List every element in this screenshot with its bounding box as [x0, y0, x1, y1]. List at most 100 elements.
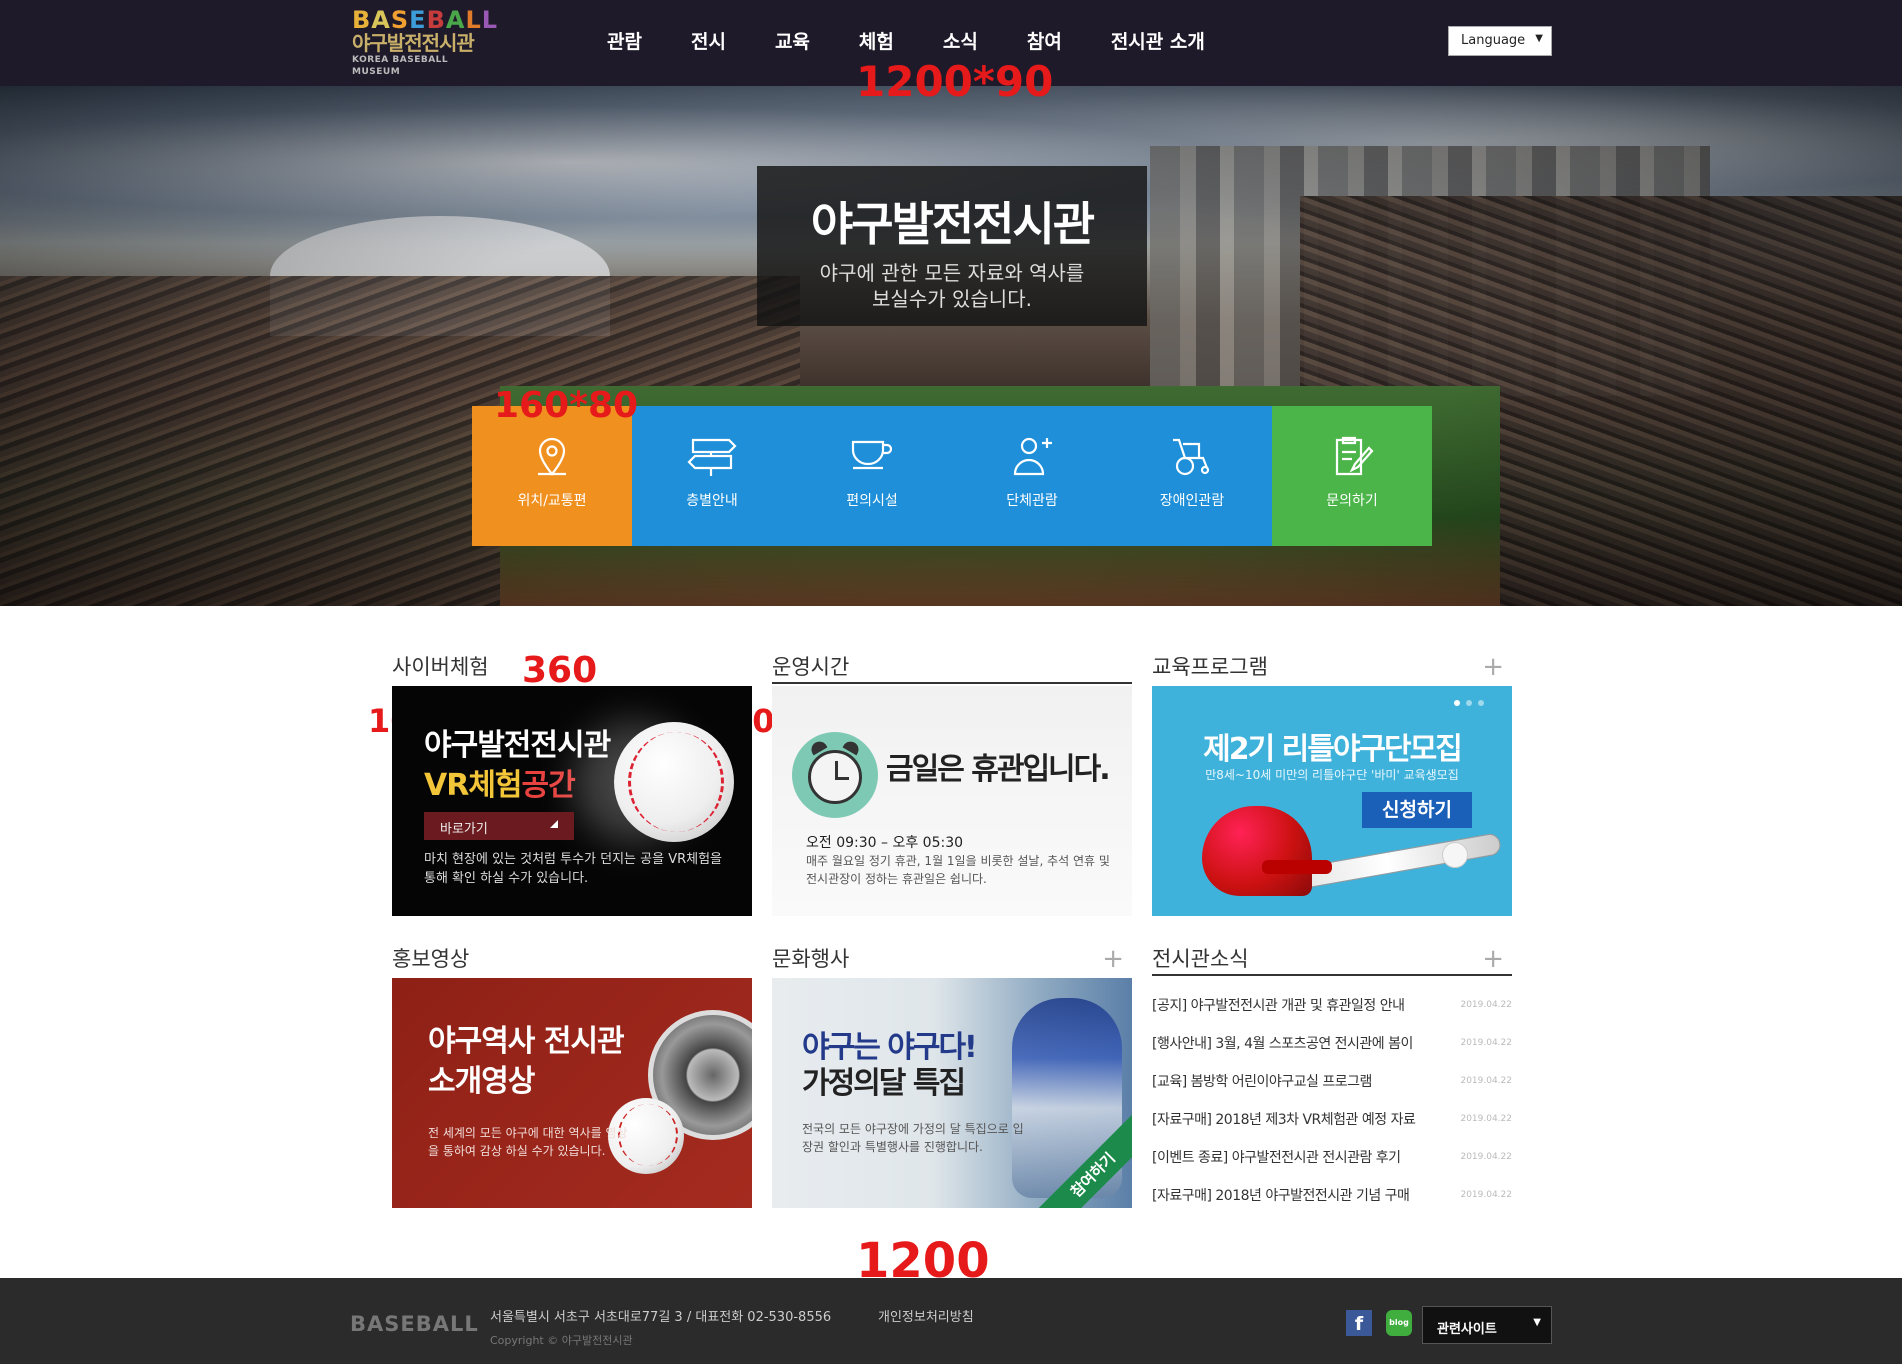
education-card: 교육프로그램 + 제2기 리틀야구단모집 만8세~10세 미만의 리틀야구단 '…	[1152, 650, 1512, 916]
hours-card: 운영시간 금일은 휴관입니다. 오전 09:30 – 오후 05:30 매주 월…	[772, 650, 1132, 916]
card-title: 운영시간	[772, 655, 850, 679]
card-header: 교육프로그램 +	[1152, 650, 1512, 684]
vr-headline-2b: 공간	[521, 768, 576, 803]
news-item[interactable]: [자료구매] 2018년 야구발전전시관 기념 구매 2019.04.22	[1152, 1176, 1512, 1214]
hero-subtitle-line1: 야구에 관한 모든 자료와 역사를	[819, 261, 1085, 285]
news-item[interactable]: [자료구매] 2018년 제3차 VR체험관 예정 자료 2019.04.22	[1152, 1100, 1512, 1138]
baseball-image	[614, 722, 734, 842]
quick-inquiry[interactable]: 문의하기	[1272, 406, 1432, 546]
quick-facilities[interactable]: 편의시설	[792, 406, 952, 546]
quick-location[interactable]: 위치/교통편	[472, 406, 632, 546]
news-item[interactable]: [교육] 봄방학 어린이야구교실 프로그램 2019.04.22	[1152, 1062, 1512, 1100]
hero-banner: 야구발전전시관 야구에 관한 모든 자료와 역사를 보실수가 있습니다. 위치/…	[0, 86, 1902, 606]
related-sites-label: 관련사이트	[1437, 1322, 1497, 1337]
quick-floor-guide[interactable]: 층별안내	[632, 406, 792, 546]
education-headline: 제2기 리틀야구단모집	[1203, 732, 1463, 767]
cyber-experience-card: 사이버체험 야구발전전시관 VR체험공간 바로가기 마치 현장에 있는 것처럼 …	[392, 650, 752, 916]
news-title: [자료구매] 2018년 야구발전전시관 기념 구매	[1152, 1188, 1410, 1204]
news-item[interactable]: [공지] 야구발전전시관 개관 및 휴관일정 안내 2019.04.22	[1152, 986, 1512, 1024]
opening-hours: 오전 09:30 – 오후 05:30	[806, 835, 964, 851]
slider-dot[interactable]	[1478, 700, 1484, 706]
language-select[interactable]: Language ▼	[1448, 26, 1552, 56]
quick-group-visit-label: 단체관람	[1006, 493, 1058, 509]
news-item[interactable]: [행사안내] 3월, 4월 스포츠공연 전시관에 봄이 2019.04.22	[1152, 1024, 1512, 1062]
hours-banner: 금일은 휴관입니다. 오전 09:30 – 오후 05:30 매주 월요일 정기…	[772, 686, 1132, 916]
logo-letter: S	[390, 6, 410, 34]
quick-facilities-label: 편의시설	[846, 493, 898, 509]
promo-headline-2: 소개영상	[428, 1064, 535, 1099]
related-sites-select[interactable]: 관련사이트 ▼	[1422, 1306, 1552, 1344]
event-banner[interactable]: 야구는 야구다! 가정의달 특집 전국의 모든 야구장에 가정의 달 특집으로 …	[772, 978, 1132, 1208]
more-plus-icon[interactable]: +	[1482, 942, 1504, 976]
logo-letter: E	[409, 6, 427, 34]
promo-headline-1: 야구역사 전시관	[428, 1024, 625, 1059]
slider-dot[interactable]	[1466, 700, 1472, 706]
card-title: 교육프로그램	[1152, 655, 1268, 679]
promo-video-banner[interactable]: 야구역사 전시관 소개영상 전 세계의 모든 야구에 대한 역사를 영상을 통하…	[392, 978, 752, 1208]
education-banner[interactable]: 제2기 리틀야구단모집 만8세~10세 미만의 리틀야구단 '바미' 교육생모집…	[1152, 686, 1512, 916]
logo-letter: A	[371, 6, 391, 34]
wheelchair-icon	[1173, 438, 1210, 476]
nav-item-experience[interactable]: 체험	[859, 28, 894, 58]
hero-title: 야구발전전시관	[810, 197, 1095, 251]
annotation-content-width: 1200	[856, 1233, 990, 1289]
nav-item-exhibit[interactable]: 전시	[691, 28, 726, 58]
card-header: 홍보영상	[392, 942, 752, 976]
apply-button[interactable]: 신청하기	[1362, 792, 1472, 828]
culture-event-card: 문화행사 + 야구는 야구다! 가정의달 특집 전국의 모든 야구장에 가정의 …	[772, 942, 1132, 1208]
privacy-policy-link[interactable]: 개인정보처리방침	[878, 1306, 974, 1325]
card-header: 문화행사 +	[772, 942, 1132, 976]
arrow-icon	[550, 820, 558, 828]
card-title: 사이버체험	[392, 655, 489, 679]
quick-accessible-visit[interactable]: 장애인관람	[1112, 406, 1272, 546]
clock-face	[808, 750, 862, 804]
quick-location-label: 위치/교통편	[517, 493, 587, 509]
quick-floor-guide-label: 층별안내	[686, 493, 738, 509]
annotation-header-size: 1200*90	[856, 57, 1054, 106]
news-item[interactable]: [이벤트 종료] 야구발전전시관 전시관람 후기 2019.04.22	[1152, 1138, 1512, 1176]
vr-go-button[interactable]: 바로가기	[424, 812, 574, 840]
logo-letter: L	[465, 6, 482, 34]
quick-group-visit[interactable]: 단체관람	[952, 406, 1112, 546]
quick-inquiry-label: 문의하기	[1326, 493, 1378, 509]
nav-item-news[interactable]: 소식	[943, 28, 978, 58]
news-date: 2019.04.22	[1460, 1000, 1512, 1010]
news-date: 2019.04.22	[1460, 1114, 1512, 1124]
logo-letter: B	[352, 6, 372, 34]
news-date: 2019.04.22	[1460, 1152, 1512, 1162]
slider-dots[interactable]	[1454, 700, 1484, 706]
blog-icon[interactable]: blog	[1386, 1310, 1412, 1336]
nav-item-participate[interactable]: 참여	[1027, 28, 1062, 58]
card-header: 운영시간	[772, 650, 1132, 684]
news-list: [공지] 야구발전전시관 개관 및 휴관일정 안내 2019.04.22 [행사안…	[1152, 986, 1512, 1214]
slider-dot[interactable]	[1454, 700, 1460, 706]
language-select-label: Language	[1461, 33, 1526, 48]
dropdown-arrow-icon: ▼	[1535, 33, 1543, 44]
nav-item-education[interactable]: 교육	[775, 28, 810, 58]
facebook-icon[interactable]: f	[1346, 1310, 1372, 1336]
hours-description: 매주 월요일 정기 휴관, 1월 1일을 비롯한 설날, 추석 연휴 및 전시관…	[806, 854, 1110, 886]
news-date: 2019.04.22	[1460, 1076, 1512, 1086]
card-title: 홍보영상	[392, 947, 470, 971]
logo-letter: L	[481, 6, 499, 34]
nav-item-about[interactable]: 전시관 소개	[1111, 28, 1205, 58]
card-header: 전시관소식 +	[1152, 942, 1512, 976]
vr-description: 마치 현장에 있는 것처럼 투수가 던지는 공을 VR체험을 통해 확인 하실 …	[424, 852, 723, 886]
site-logo[interactable]: BASEBALL 야구발전전시관 KOREA BASEBALL MUSEUM	[352, 6, 497, 78]
event-description: 전국의 모든 야구장에 가정의 달 특집으로 입장권 할인과 특별행사를 진행합…	[802, 1122, 1024, 1154]
edit-note-icon	[1335, 436, 1374, 476]
news-date: 2019.04.22	[1460, 1038, 1512, 1048]
vr-headline-1: 야구발전전시관	[424, 728, 611, 763]
alarm-clock-icon	[792, 732, 878, 818]
location-pin-icon	[538, 437, 566, 476]
footer-logo[interactable]: BASEBALL	[350, 1312, 479, 1336]
more-plus-icon[interactable]: +	[1482, 650, 1504, 684]
vr-banner[interactable]: 야구발전전시관 VR체험공간 바로가기 마치 현장에 있는 것처럼 투수가 던지…	[392, 686, 752, 916]
news-title: [자료구매] 2018년 제3차 VR체험관 예정 자료	[1152, 1112, 1416, 1128]
dropdown-arrow-icon: ▼	[1533, 1317, 1541, 1328]
card-header: 사이버체험	[392, 650, 752, 684]
nav-item-view[interactable]: 관람	[607, 28, 642, 58]
hero-subtitle-line2: 보실수가 있습니다.	[872, 287, 1032, 311]
more-plus-icon[interactable]: +	[1102, 942, 1124, 976]
news-title: [이벤트 종료] 야구발전전시관 전시관람 후기	[1152, 1150, 1401, 1166]
